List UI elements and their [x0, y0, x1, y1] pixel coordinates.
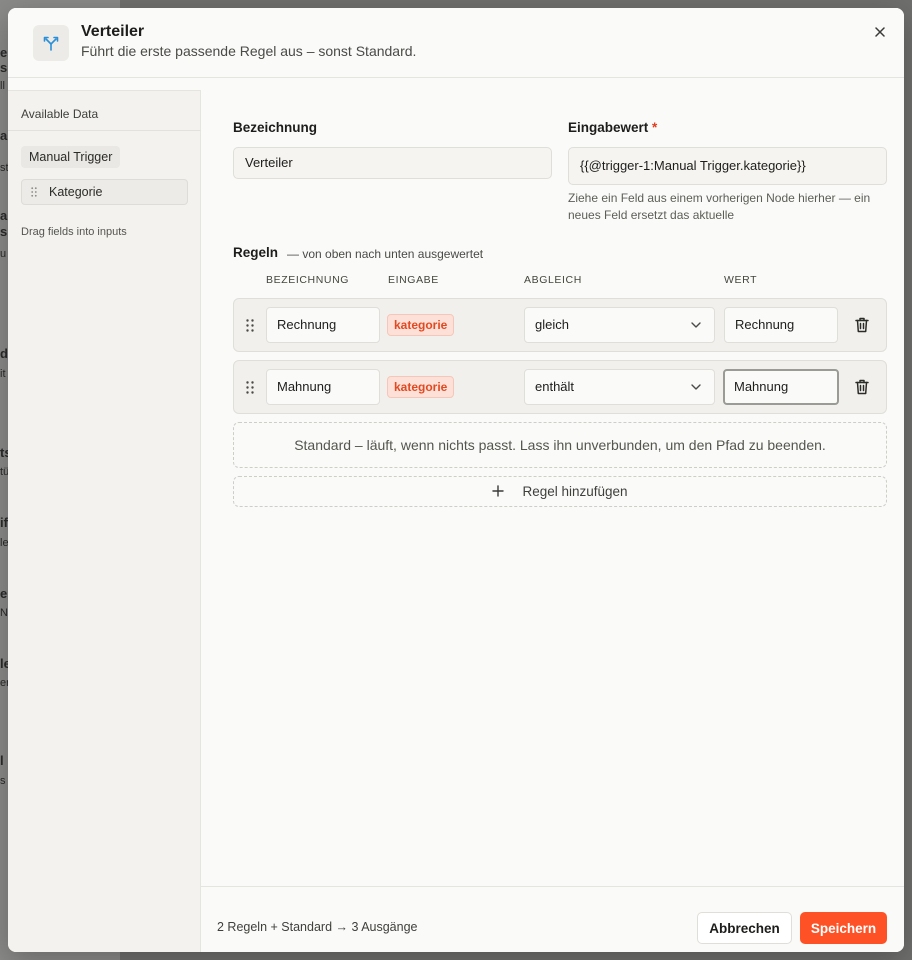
draggable-field-kategorie[interactable]: Kategorie — [21, 179, 188, 205]
rule-name-input[interactable]: Rechnung — [266, 307, 380, 343]
default-branch: Standard – läuft, wenn nichts passt. Las… — [233, 422, 887, 468]
rule-row: Mahnung kategorie enthält Mahnung — [233, 360, 887, 414]
required-mark: * — [652, 120, 658, 135]
close-icon — [875, 27, 885, 37]
save-button[interactable]: Speichern — [800, 912, 887, 944]
drag-handle-icon[interactable] — [244, 318, 256, 332]
chevron-down-icon — [691, 384, 701, 390]
field-label: Kategorie — [49, 185, 103, 199]
rule-name-input[interactable]: Mahnung — [266, 369, 380, 405]
match-select[interactable]: gleich — [524, 307, 715, 343]
modal-subtitle: Führt die erste passende Regel aus – son… — [81, 43, 417, 59]
add-rule-label: Regel hinzufügen — [522, 484, 628, 499]
cancel-button[interactable]: Abbrechen — [697, 912, 792, 944]
name-label: Bezeichnung — [233, 120, 318, 135]
drag-grip-icon — [31, 187, 41, 197]
rule-value-input[interactable]: Mahnung — [723, 369, 839, 405]
split-branch-icon — [33, 25, 69, 61]
column-header-input: EINGABE — [388, 274, 439, 286]
match-select-value: enthält — [535, 379, 575, 394]
main-panel: Bezeichnung Verteiler Eingabewert * {{@t… — [201, 90, 904, 886]
rule-value-input[interactable]: Rechnung — [724, 307, 838, 343]
input-value-label-text: Eingabewert — [568, 120, 649, 135]
trash-icon — [855, 379, 869, 395]
rules-subtitle: — von oben nach unten ausgewertet — [287, 247, 484, 261]
close-button[interactable] — [870, 22, 890, 42]
delete-rule-button[interactable] — [852, 315, 872, 335]
data-source-chip: Manual Trigger — [21, 146, 121, 168]
rules-title: Regeln — [233, 245, 279, 260]
chevron-down-icon — [691, 322, 701, 328]
input-field-tag: kategorie — [387, 314, 455, 336]
plus-icon — [492, 484, 506, 499]
column-header-value: WERT — [724, 274, 758, 286]
add-rule-button[interactable]: Regel hinzufügen — [233, 476, 887, 507]
available-data-sidebar: Available Data Manual Trigger Kategorie … — [8, 90, 201, 952]
trash-icon — [855, 317, 869, 333]
outputs-summary: 2 Regeln + Standard → 3 Ausgänge — [217, 920, 418, 934]
modal-header: Verteiler Führt die erste passende Regel… — [8, 8, 904, 78]
modal-footer: 2 Regeln + Standard → 3 Ausgänge Abbrech… — [201, 886, 904, 952]
input-value-field[interactable]: {{@trigger-1:Manual Trigger.kategorie}} — [568, 147, 887, 185]
sidebar-divider — [8, 130, 201, 131]
column-header-match: ABGLEICH — [524, 274, 582, 286]
column-header-name: BEZEICHNUNG — [266, 274, 350, 286]
input-field-tag: kategorie — [387, 376, 455, 398]
delete-rule-button[interactable] — [852, 377, 872, 397]
input-value-hint: Ziehe ein Feld aus einem vorherigen Node… — [568, 191, 871, 222]
match-select[interactable]: enthält — [524, 369, 715, 405]
modal-title: Verteiler — [81, 23, 145, 40]
drag-handle-icon[interactable] — [244, 380, 256, 394]
sidebar-title: Available Data — [21, 107, 99, 121]
sidebar-hint: Drag fields into inputs — [21, 226, 127, 238]
rule-row: Rechnung kategorie gleich Rechnung — [233, 298, 887, 352]
name-input[interactable]: Verteiler — [233, 147, 552, 179]
input-value-label: Eingabewert * — [568, 120, 657, 135]
router-node-modal: Verteiler Führt die erste passende Regel… — [8, 8, 904, 952]
match-select-value: gleich — [535, 317, 569, 332]
